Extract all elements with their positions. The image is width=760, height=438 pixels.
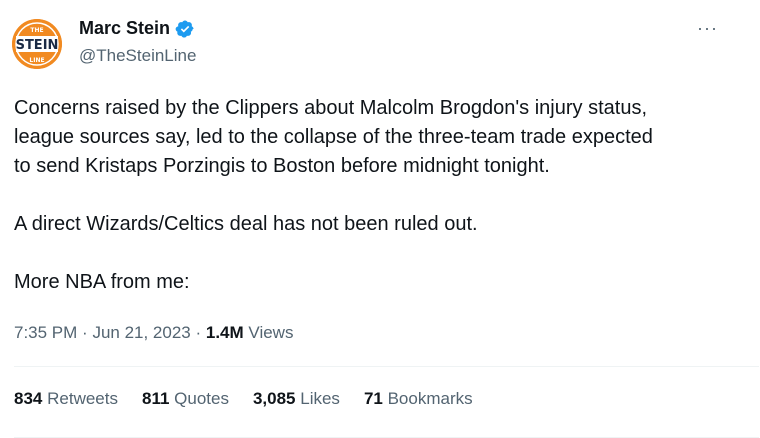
- bookmarks-stat[interactable]: 71 Bookmarks: [364, 389, 473, 409]
- tweet-text-line: A direct Wizards/Celtics deal has not be…: [14, 213, 478, 235]
- likes-stat[interactable]: 3,085 Likes: [253, 389, 340, 409]
- engagement-stats: 834 Retweets 811 Quotes 3,085 Likes 71 B…: [14, 389, 497, 409]
- stat-label: Retweets: [47, 389, 118, 408]
- avatar[interactable]: THE STEIN LINE: [12, 19, 62, 69]
- divider: [14, 366, 759, 367]
- stein-line-logo: THE STEIN LINE: [12, 19, 62, 69]
- tweet-text-line: league sources say, led to the collapse …: [14, 126, 653, 148]
- meta-separator: ·: [195, 323, 206, 342]
- tweet-text-blank: [14, 181, 744, 210]
- svg-text:STEIN: STEIN: [16, 38, 59, 53]
- tweet-text-line: More NBA from me:: [14, 271, 190, 293]
- author-display-name[interactable]: Marc Stein: [79, 18, 170, 39]
- stat-number: 811: [141, 389, 170, 408]
- retweets-stat[interactable]: 834 Retweets: [14, 389, 118, 409]
- tweet-text: Concerns raised by the Clippers about Ma…: [14, 94, 744, 297]
- stat-label: Likes: [300, 389, 340, 408]
- tweet-text-blank: [14, 239, 744, 268]
- svg-text:THE: THE: [30, 27, 43, 34]
- tweet-time[interactable]: 7:35 PM: [14, 323, 77, 342]
- stat-number: 3,085: [252, 389, 296, 408]
- svg-text:LINE: LINE: [29, 57, 44, 64]
- stat-label: Bookmarks: [387, 389, 473, 408]
- stat-number: 834: [14, 389, 43, 408]
- tweet-card: THE STEIN LINE Marc Stein @TheSteinLine …: [0, 0, 760, 438]
- tweet-text-line: to send Kristaps Porzingis to Boston bef…: [14, 155, 550, 177]
- more-options-icon[interactable]: ···: [697, 18, 718, 39]
- stat-number: 71: [363, 389, 383, 408]
- views-label: Views: [248, 323, 294, 342]
- tweet-text-line: Concerns raised by the Clippers about Ma…: [14, 97, 648, 119]
- views-count: 1.4M: [205, 323, 244, 342]
- tweet-date[interactable]: Jun 21, 2023: [92, 323, 190, 342]
- author-name-row: Marc Stein: [79, 18, 195, 39]
- stat-label: Quotes: [174, 389, 229, 408]
- tweet-meta: 7:35 PM · Jun 21, 2023 · 1.4M Views: [14, 323, 293, 343]
- quotes-stat[interactable]: 811 Quotes: [142, 389, 229, 409]
- author-handle[interactable]: @TheSteinLine: [79, 46, 196, 66]
- verified-badge-icon[interactable]: [175, 19, 195, 39]
- meta-separator: ·: [82, 323, 93, 342]
